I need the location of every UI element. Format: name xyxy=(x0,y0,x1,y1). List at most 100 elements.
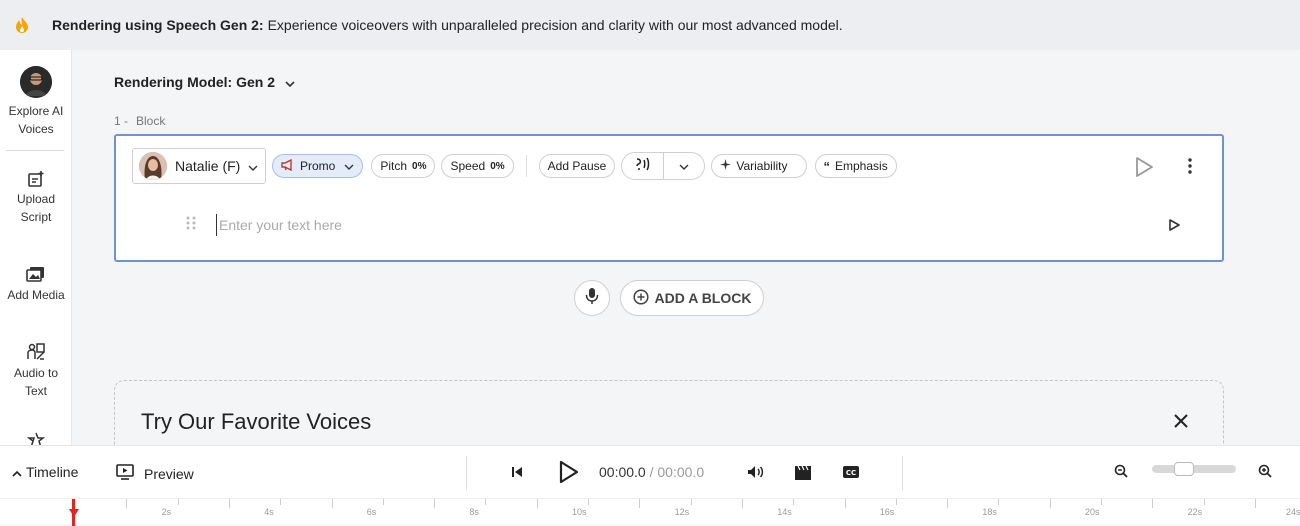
speed-value: 0% xyxy=(490,160,505,172)
play-icon[interactable] xyxy=(558,460,580,484)
clapperboard-icon[interactable] xyxy=(794,465,812,481)
sidebar-label: Text xyxy=(24,384,47,398)
ruler-tick xyxy=(1049,499,1051,508)
microphone-icon xyxy=(585,287,599,310)
sidebar-item-explore-voices[interactable]: Explore AI Voices xyxy=(0,66,72,138)
ruler-label: 4s xyxy=(264,507,274,517)
pronunciation-button[interactable] xyxy=(622,153,665,179)
add-media-icon xyxy=(26,262,46,286)
more-vertical-icon[interactable] xyxy=(1188,158,1192,179)
playback-bar: Timeline Preview 00:00.0 / 00:00.0 CC xyxy=(0,445,1300,498)
variability-button[interactable]: Variability xyxy=(711,154,807,178)
sidebar-divider xyxy=(6,150,64,151)
skip-back-icon[interactable] xyxy=(511,466,523,478)
ruler-label: 22s xyxy=(1187,507,1203,517)
ruler-tick xyxy=(485,499,487,505)
ruler-tick xyxy=(793,499,795,505)
sidebar-item-upload-script[interactable]: Upload Script xyxy=(0,168,72,226)
ruler-tick xyxy=(741,499,743,508)
ruler-tick xyxy=(382,499,384,505)
timeline-toggle[interactable]: Timeline xyxy=(12,464,78,480)
chevron-down-icon xyxy=(679,157,689,175)
ruler-tick xyxy=(280,499,282,505)
ruler-label: 10s xyxy=(572,507,587,517)
emphasis-button[interactable]: “ Emphasis xyxy=(814,154,897,178)
current-time: 00:00.0 xyxy=(599,464,646,480)
playhead[interactable] xyxy=(69,499,79,526)
ruler-tick xyxy=(331,499,333,508)
toolbar-divider xyxy=(525,155,527,177)
quote-icon: “ xyxy=(823,158,831,174)
ruler-tick xyxy=(177,499,179,505)
voice-select[interactable]: Natalie (F) xyxy=(132,148,266,184)
sidebar-label: Voices xyxy=(18,122,54,136)
sparkle-icon xyxy=(720,159,732,173)
close-icon[interactable] xyxy=(1173,413,1189,434)
ruler-label: 8s xyxy=(469,507,479,517)
ruler-tick xyxy=(844,499,846,508)
avatar xyxy=(20,66,52,98)
zoom-slider-handle[interactable] xyxy=(1174,462,1194,476)
ruler-label: 14s xyxy=(777,507,792,517)
sidebar-label: Audio to xyxy=(13,366,59,380)
announcement-banner: Rendering using Speech Gen 2: Experience… xyxy=(0,0,1300,50)
banner-text: Experience voiceovers with unparalleled … xyxy=(267,17,843,33)
record-button[interactable] xyxy=(574,280,610,316)
closed-captions-icon[interactable]: CC xyxy=(842,465,860,479)
sidebar-label: Add Media xyxy=(7,288,65,302)
time-separator: / xyxy=(649,464,654,480)
favorite-voices-title: Try Our Favorite Voices xyxy=(141,409,372,434)
ruler-tick xyxy=(536,499,538,508)
sidebar-label: Upload xyxy=(16,192,56,206)
ruler-tick xyxy=(690,499,692,505)
toolbar-divider xyxy=(466,456,467,490)
volume-icon[interactable] xyxy=(747,465,765,479)
sidebar-item-audio-to-text[interactable]: Audio to Text xyxy=(0,340,72,400)
ruler-tick xyxy=(1254,499,1256,508)
add-pause-button[interactable]: Add Pause xyxy=(538,154,616,178)
ruler-tick xyxy=(1101,499,1102,505)
pitch-button[interactable]: Pitch 0% xyxy=(371,154,436,178)
zoom-in-icon[interactable] xyxy=(1258,464,1272,481)
chevron-down-icon xyxy=(285,74,295,90)
play-row-icon[interactable] xyxy=(1168,218,1180,236)
add-block-label: ADD A BLOCK xyxy=(654,290,752,306)
pronunciation-split-button[interactable] xyxy=(621,152,706,180)
ruler-tick xyxy=(228,499,230,508)
block-name: Block xyxy=(136,114,166,128)
voice-name: Natalie (F) xyxy=(175,158,241,174)
zoom-out-icon[interactable] xyxy=(1114,464,1128,481)
chevron-up-icon xyxy=(12,464,22,480)
pronunciation-dropdown[interactable] xyxy=(664,153,704,179)
pitch-value: 0% xyxy=(412,160,427,172)
block-label: 1 - Block xyxy=(114,114,173,128)
sidebar-label: Explore AI xyxy=(8,104,64,118)
voice-avatar xyxy=(139,152,167,180)
sidebar: Explore AI Voices Upload Script Add Medi… xyxy=(0,50,72,447)
pronunciation-icon xyxy=(634,156,652,177)
editor-area: Rendering Model: Gen 2 1 - Block Natalie … xyxy=(72,50,1300,460)
preview-button[interactable]: Preview xyxy=(116,464,194,483)
ruler-label: 20s xyxy=(1085,507,1100,517)
style-select[interactable]: Promo xyxy=(272,154,364,178)
add-block-button[interactable]: ADD A BLOCK xyxy=(620,280,764,316)
speed-button[interactable]: Speed 0% xyxy=(441,154,514,178)
speed-label: Speed xyxy=(450,159,486,173)
ruler-label: 18s xyxy=(982,507,997,517)
sidebar-item-add-media[interactable]: Add Media xyxy=(0,262,72,304)
plus-circle-icon xyxy=(632,288,649,308)
rendering-model-select[interactable]: Rendering Model: Gen 2 xyxy=(114,74,295,90)
audio-to-text-icon xyxy=(26,340,46,364)
preview-label: Preview xyxy=(144,465,194,482)
block-index: 1 - xyxy=(114,114,129,128)
play-block-icon[interactable] xyxy=(1134,156,1154,183)
svg-text:CC: CC xyxy=(846,469,856,477)
zoom-slider[interactable] xyxy=(1152,462,1236,476)
style-label: Promo xyxy=(300,159,336,173)
ruler-label: 16s xyxy=(879,507,895,517)
ruler-tick xyxy=(434,499,436,508)
script-text-input[interactable] xyxy=(216,214,1156,236)
drag-handle-icon[interactable] xyxy=(186,216,198,235)
timeline-ruler[interactable]: 2s 4s 6s 8s 10s 12s 14s 16s 18s 20s 22s 24s xyxy=(0,498,1300,526)
total-time: 00:00.0 xyxy=(657,464,705,480)
